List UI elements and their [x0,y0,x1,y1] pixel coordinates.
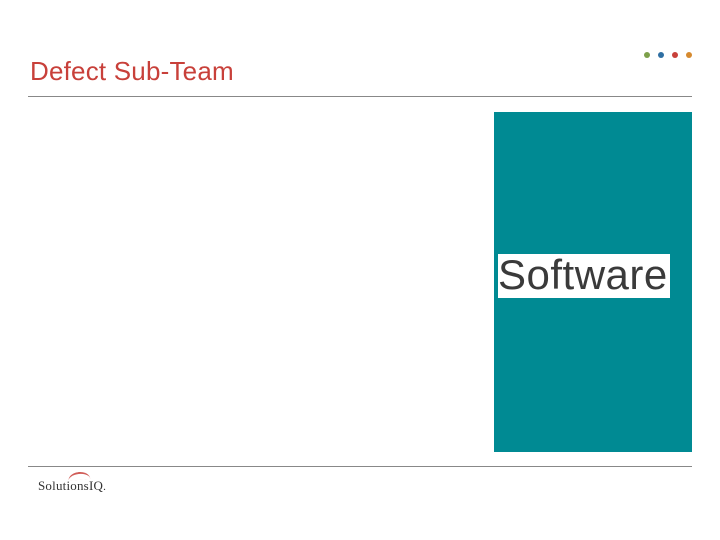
divider-top [28,96,692,97]
dot-icon [672,52,678,58]
divider-bottom [28,466,692,467]
footer-logo: SolutionsIQ. [38,478,106,494]
software-label: Software [498,254,670,298]
logo-suffix: . [103,481,106,493]
logo-text-b: IQ [89,478,103,493]
decorative-dots [644,52,692,58]
slide: Defect Sub-Team Software SolutionsIQ. [0,0,720,540]
slide-title: Defect Sub-Team [30,56,234,87]
dot-icon [686,52,692,58]
logo-text-a: Solutions [38,478,89,493]
dot-icon [658,52,664,58]
dot-icon [644,52,650,58]
